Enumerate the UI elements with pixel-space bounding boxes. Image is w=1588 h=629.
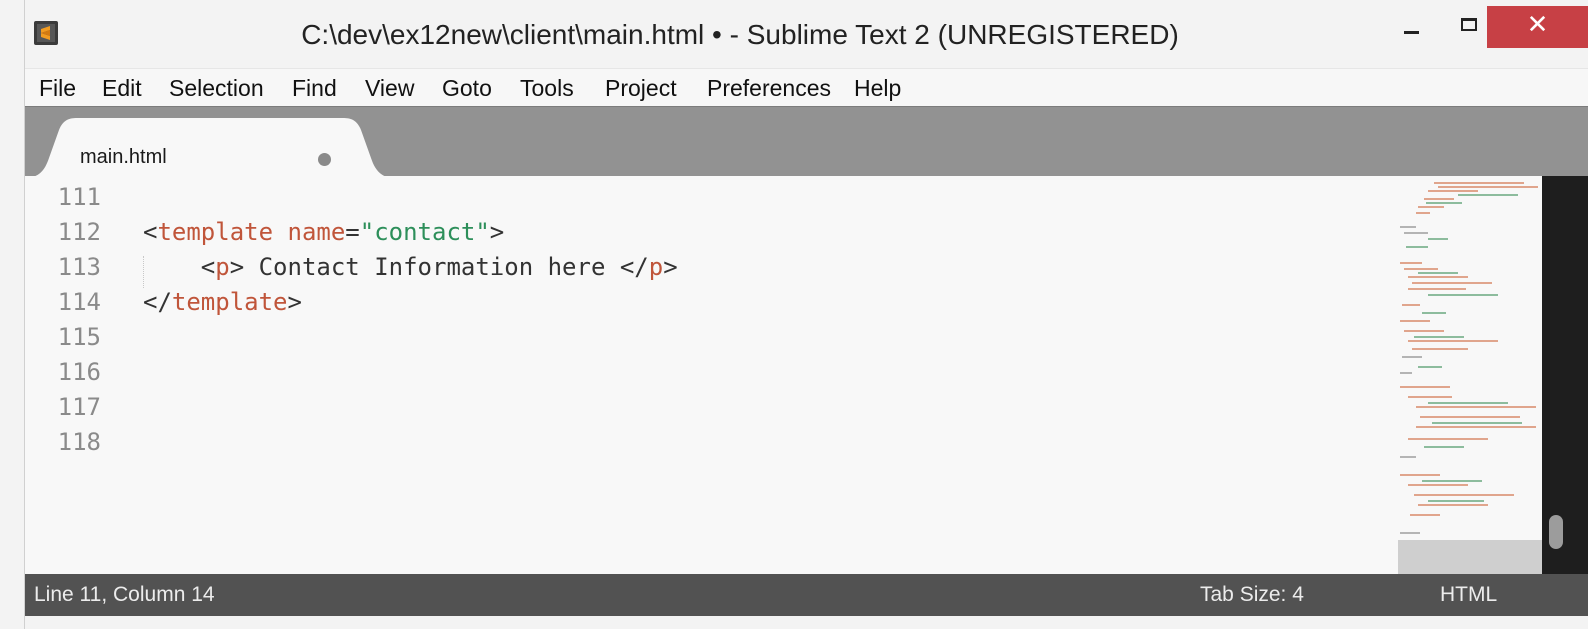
tab-bar: main.html [25, 106, 1588, 178]
editor-window: C:\dev\ex12new\client\main.html • - Subl… [0, 0, 1588, 629]
line-number-gutter: 111 112 113 114 115 116 117 118 [25, 176, 125, 574]
menu-edit[interactable]: Edit [102, 75, 142, 102]
code-token: Contact Information here [244, 253, 620, 281]
code-token: template [171, 288, 288, 316]
line-number: 113 [57, 253, 101, 281]
code-token: </ [619, 253, 649, 281]
line-number: 112 [57, 218, 101, 246]
close-button[interactable]: ✕ [1487, 6, 1588, 48]
modified-dot-icon[interactable] [318, 153, 331, 166]
code-token: < [200, 253, 216, 281]
tab-size-indicator[interactable]: Tab Size: 4 [1200, 583, 1304, 607]
menu-goto[interactable]: Goto [442, 75, 492, 102]
tab-label: main.html [80, 146, 167, 168]
menu-find[interactable]: Find [292, 75, 337, 102]
minimap-viewport[interactable] [1398, 540, 1542, 574]
code-line-113[interactable]: <p> Contact Information here </p> [143, 253, 678, 281]
code-token: = [345, 218, 360, 246]
line-number: 111 [57, 183, 101, 211]
minimize-icon[interactable] [1387, 6, 1437, 48]
code-token: template [157, 218, 274, 246]
menu-bar: File Edit Selection Find View Goto Tools… [25, 68, 1588, 107]
code-token: > [229, 253, 245, 281]
code-token: > [489, 218, 505, 246]
menu-project[interactable]: Project [605, 75, 677, 102]
line-number: 116 [57, 358, 101, 386]
close-icon: ✕ [1526, 10, 1549, 40]
menu-preferences[interactable]: Preferences [707, 75, 831, 102]
menu-tools[interactable]: Tools [520, 75, 574, 102]
menu-selection[interactable]: Selection [169, 75, 264, 102]
code-token: p [215, 253, 230, 281]
tab-main-html[interactable]: main.html [25, 118, 405, 178]
scrollbar-thumb[interactable] [1549, 515, 1563, 549]
minimap-code [1400, 182, 1538, 534]
code-line-114[interactable]: </template> [143, 288, 302, 316]
vertical-scrollbar[interactable] [1542, 176, 1588, 574]
code-token: "contact" [359, 218, 490, 246]
title-bar[interactable]: C:\dev\ex12new\client\main.html • - Subl… [25, 0, 1588, 68]
syntax-indicator[interactable]: HTML [1440, 583, 1497, 607]
window-title: C:\dev\ex12new\client\main.html • - Subl… [301, 19, 1179, 50]
menu-file[interactable]: File [39, 75, 76, 102]
code-token: name [287, 218, 346, 246]
line-number: 115 [57, 323, 101, 351]
cursor-position: Line 11, Column 14 [34, 583, 215, 606]
menu-view[interactable]: View [365, 75, 414, 102]
code-token: < [143, 218, 158, 246]
line-number: 114 [57, 288, 101, 316]
code-token: > [663, 253, 678, 281]
code-token: </ [143, 288, 172, 316]
code-line-112[interactable]: <template name="contact"> [143, 218, 504, 246]
status-bar: Line 11, Column 14 Tab Size: 4 HTML [25, 574, 1588, 616]
code-token: > [287, 288, 302, 316]
window-bottom-edge [25, 616, 1588, 629]
line-number: 117 [57, 393, 101, 421]
menu-help[interactable]: Help [854, 75, 901, 102]
line-number: 118 [57, 428, 101, 456]
minimap[interactable] [1398, 176, 1542, 574]
code-token: p [648, 253, 664, 281]
editor-area[interactable]: 111 112 113 114 115 116 117 118 <templat… [25, 176, 1542, 574]
